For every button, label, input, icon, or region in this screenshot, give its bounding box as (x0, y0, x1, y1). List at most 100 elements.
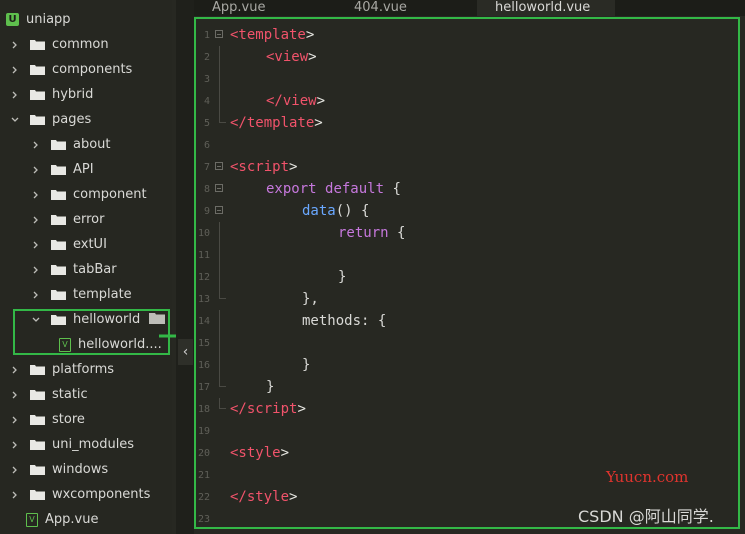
code-token: > (316, 93, 326, 109)
code-line: 14 methods: { (196, 310, 738, 332)
chevron-right-icon[interactable] (31, 140, 41, 150)
code-token: () { (335, 203, 370, 219)
code-token: } (266, 379, 275, 395)
tree-item-extui[interactable]: extUI (0, 232, 172, 257)
vue-file-icon: V (26, 512, 38, 527)
line-number: 3 (203, 73, 210, 85)
collapse-sidebar-button[interactable]: ‹ (178, 339, 193, 365)
chevron-right-icon[interactable] (31, 215, 41, 225)
chevron-down-icon[interactable] (10, 115, 20, 125)
tree-item-label: static (52, 387, 88, 402)
tree-item-pages[interactable]: pages (0, 107, 172, 132)
fold-toggle-icon[interactable] (215, 30, 223, 38)
tree-item-template[interactable]: template (0, 282, 172, 307)
chevron-right-icon[interactable] (10, 365, 20, 375)
fold-gutter (210, 244, 230, 266)
tree-item-label: App.vue (45, 512, 99, 527)
code-line: 20 <style> (196, 442, 738, 464)
tree-item-common[interactable]: common (0, 32, 172, 57)
code-token: data (302, 203, 336, 219)
tree-item-label: common (52, 37, 109, 52)
tree-item-label: uni_modules (52, 437, 135, 452)
tree-item-store[interactable]: store (0, 407, 172, 432)
chevron-right-icon[interactable] (10, 390, 20, 400)
folder-icon (30, 64, 45, 75)
line-number: 7 (203, 161, 210, 173)
chevron-right-icon[interactable] (10, 90, 20, 100)
chevron-right-icon[interactable] (10, 440, 20, 450)
tree-item-appvue[interactable]: V App.vue (0, 507, 172, 532)
chevron-right-icon[interactable] (31, 290, 41, 300)
tree-item-about[interactable]: about (0, 132, 172, 157)
fold-gutter (210, 90, 230, 112)
line-number: 17 (197, 381, 210, 393)
chevron-right-icon[interactable] (31, 265, 41, 275)
code-editor[interactable]: 1 <template> 2 <view> 3 4 </view> 5 </template> 6… (194, 17, 740, 529)
code-line: 3 (196, 68, 738, 90)
tree-item-component[interactable]: component (0, 182, 172, 207)
folder-icon (30, 389, 45, 400)
watermark-author: CSDN @阿山同学. (578, 507, 714, 526)
code-line: 2 <view> (196, 46, 738, 68)
code-token: }, (302, 291, 319, 307)
tree-item-error[interactable]: error (0, 207, 172, 232)
chevron-right-icon[interactable] (10, 490, 20, 500)
fold-gutter (210, 398, 230, 420)
code-token: return (338, 225, 389, 241)
code-token: export (266, 181, 317, 197)
tree-item-label: wxcomponents (52, 487, 151, 502)
code-line: 5 </template> (196, 112, 738, 134)
tab-helloworldvue[interactable]: helloworld.vue (477, 0, 615, 16)
line-number: 23 (197, 513, 210, 525)
tree-item-tabbar[interactable]: tabBar (0, 257, 172, 282)
folder-icon (30, 489, 45, 500)
folder-icon (51, 139, 66, 150)
line-number: 9 (203, 205, 210, 217)
folder-icon (30, 39, 45, 50)
tab-404vue[interactable]: 404.vue (336, 0, 477, 16)
fold-gutter (210, 134, 230, 156)
fold-gutter (210, 46, 230, 68)
fold-gutter (210, 68, 230, 90)
code-line: 11 (196, 244, 738, 266)
tree-item-platforms[interactable]: platforms (0, 357, 172, 382)
fold-toggle-icon[interactable] (215, 206, 223, 214)
tree-item-label: platforms (52, 362, 115, 377)
folder-icon (30, 114, 45, 125)
tree-item-uni_modules[interactable]: uni_modules (0, 432, 172, 457)
code-line: 10 return { (196, 222, 738, 244)
chevron-right-icon[interactable] (10, 40, 20, 50)
tree-root-uniapp[interactable]: Uuniapp (0, 7, 172, 32)
code-token: > (280, 445, 290, 461)
tree-item-label: components (52, 62, 133, 77)
code-token: > (314, 115, 323, 131)
tree-item-windows[interactable]: windows (0, 457, 172, 482)
chevron-right-icon[interactable] (10, 465, 20, 475)
chevron-right-icon[interactable] (31, 190, 41, 200)
fold-gutter (210, 310, 230, 332)
fold-toggle-icon[interactable] (215, 162, 223, 170)
tree-item-components[interactable]: components (0, 57, 172, 82)
code-token: { (388, 225, 406, 241)
code-token: </template (230, 115, 315, 131)
chevron-right-icon[interactable] (31, 240, 41, 250)
code-token: > (297, 401, 306, 417)
fold-toggle-icon[interactable] (215, 184, 223, 192)
line-number: 4 (203, 95, 210, 107)
folder-icon (30, 89, 45, 100)
tree-item-hybrid[interactable]: hybrid (0, 82, 172, 107)
chevron-right-icon[interactable] (31, 165, 41, 175)
code-line: 4 </view> (196, 90, 738, 112)
tab-appvue[interactable]: App.vue (194, 0, 336, 16)
tree-item-api[interactable]: API (0, 157, 172, 182)
code-line: 16} (196, 354, 738, 376)
tree-item-static[interactable]: static (0, 382, 172, 407)
tree-item-label: component (73, 187, 147, 202)
folder-icon (30, 414, 45, 425)
chevron-right-icon[interactable] (10, 65, 20, 75)
code-token: { (384, 181, 401, 197)
chevron-right-icon[interactable] (10, 415, 20, 425)
tree-item-wxcomponents[interactable]: wxcomponents (0, 482, 172, 507)
fold-gutter (210, 266, 230, 288)
